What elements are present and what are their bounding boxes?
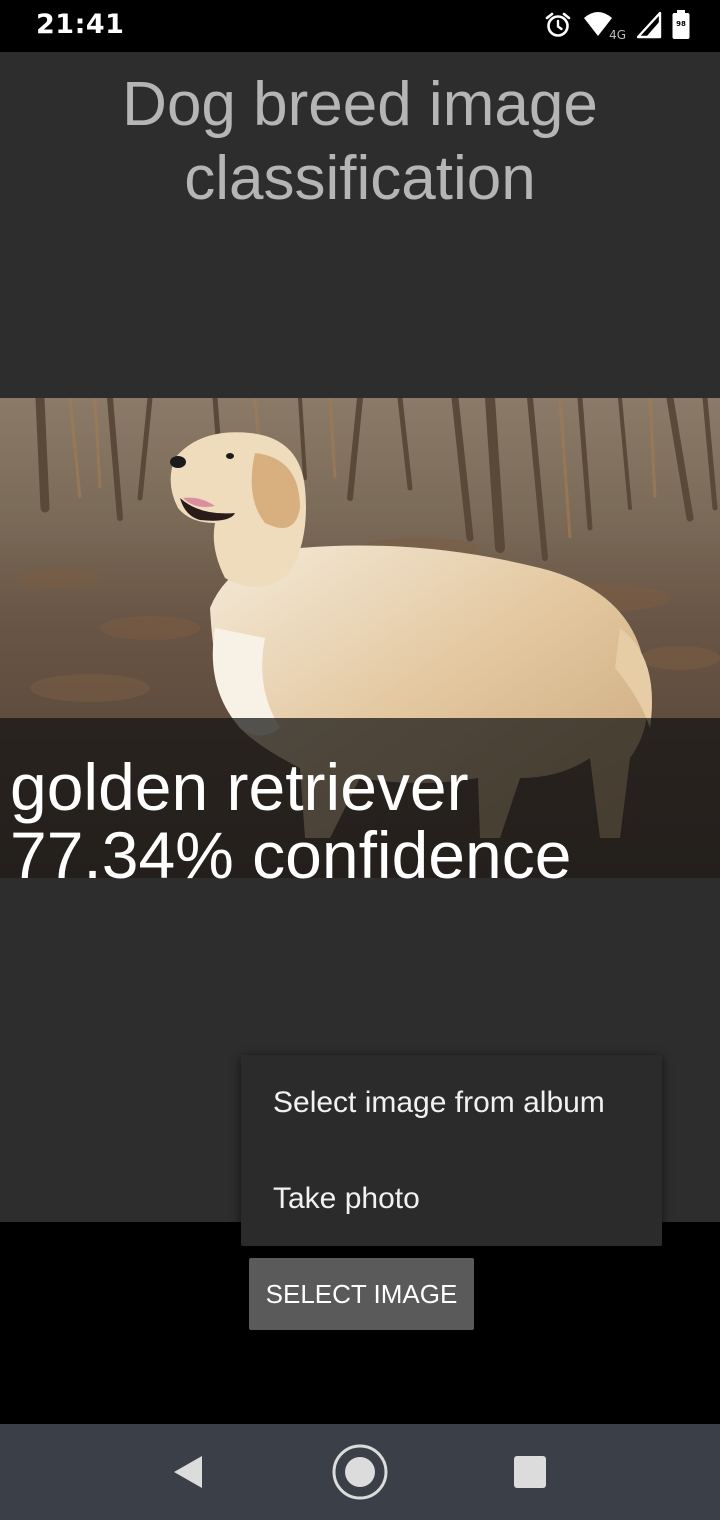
alarm-icon: [544, 11, 572, 39]
battery-level: 98: [676, 20, 686, 28]
status-bar: 21:41 4G 98: [0, 0, 720, 52]
menu-item-select-from-album[interactable]: Select image from album: [241, 1055, 662, 1151]
home-icon[interactable]: [330, 1442, 390, 1502]
image-source-menu: Select image from album Take photo: [241, 1055, 662, 1246]
breed-label: golden retriever: [10, 750, 469, 824]
status-time: 21:41: [36, 9, 125, 40]
select-image-button[interactable]: SELECT IMAGE: [249, 1258, 474, 1330]
navigation-bar: [0, 1424, 720, 1520]
app-title: Dog breed image classification: [122, 70, 598, 213]
confidence-label: 77.34% confidence: [10, 818, 572, 892]
signal-icon: [636, 11, 662, 39]
battery-icon: 98: [672, 10, 690, 40]
status-icons: 4G 98: [544, 10, 690, 42]
menu-item-take-photo[interactable]: Take photo: [241, 1151, 662, 1247]
recents-icon[interactable]: [500, 1442, 560, 1502]
network-type-label: 4G: [609, 28, 626, 42]
wifi-icon: 4G: [582, 10, 626, 42]
back-icon[interactable]: [158, 1442, 218, 1502]
